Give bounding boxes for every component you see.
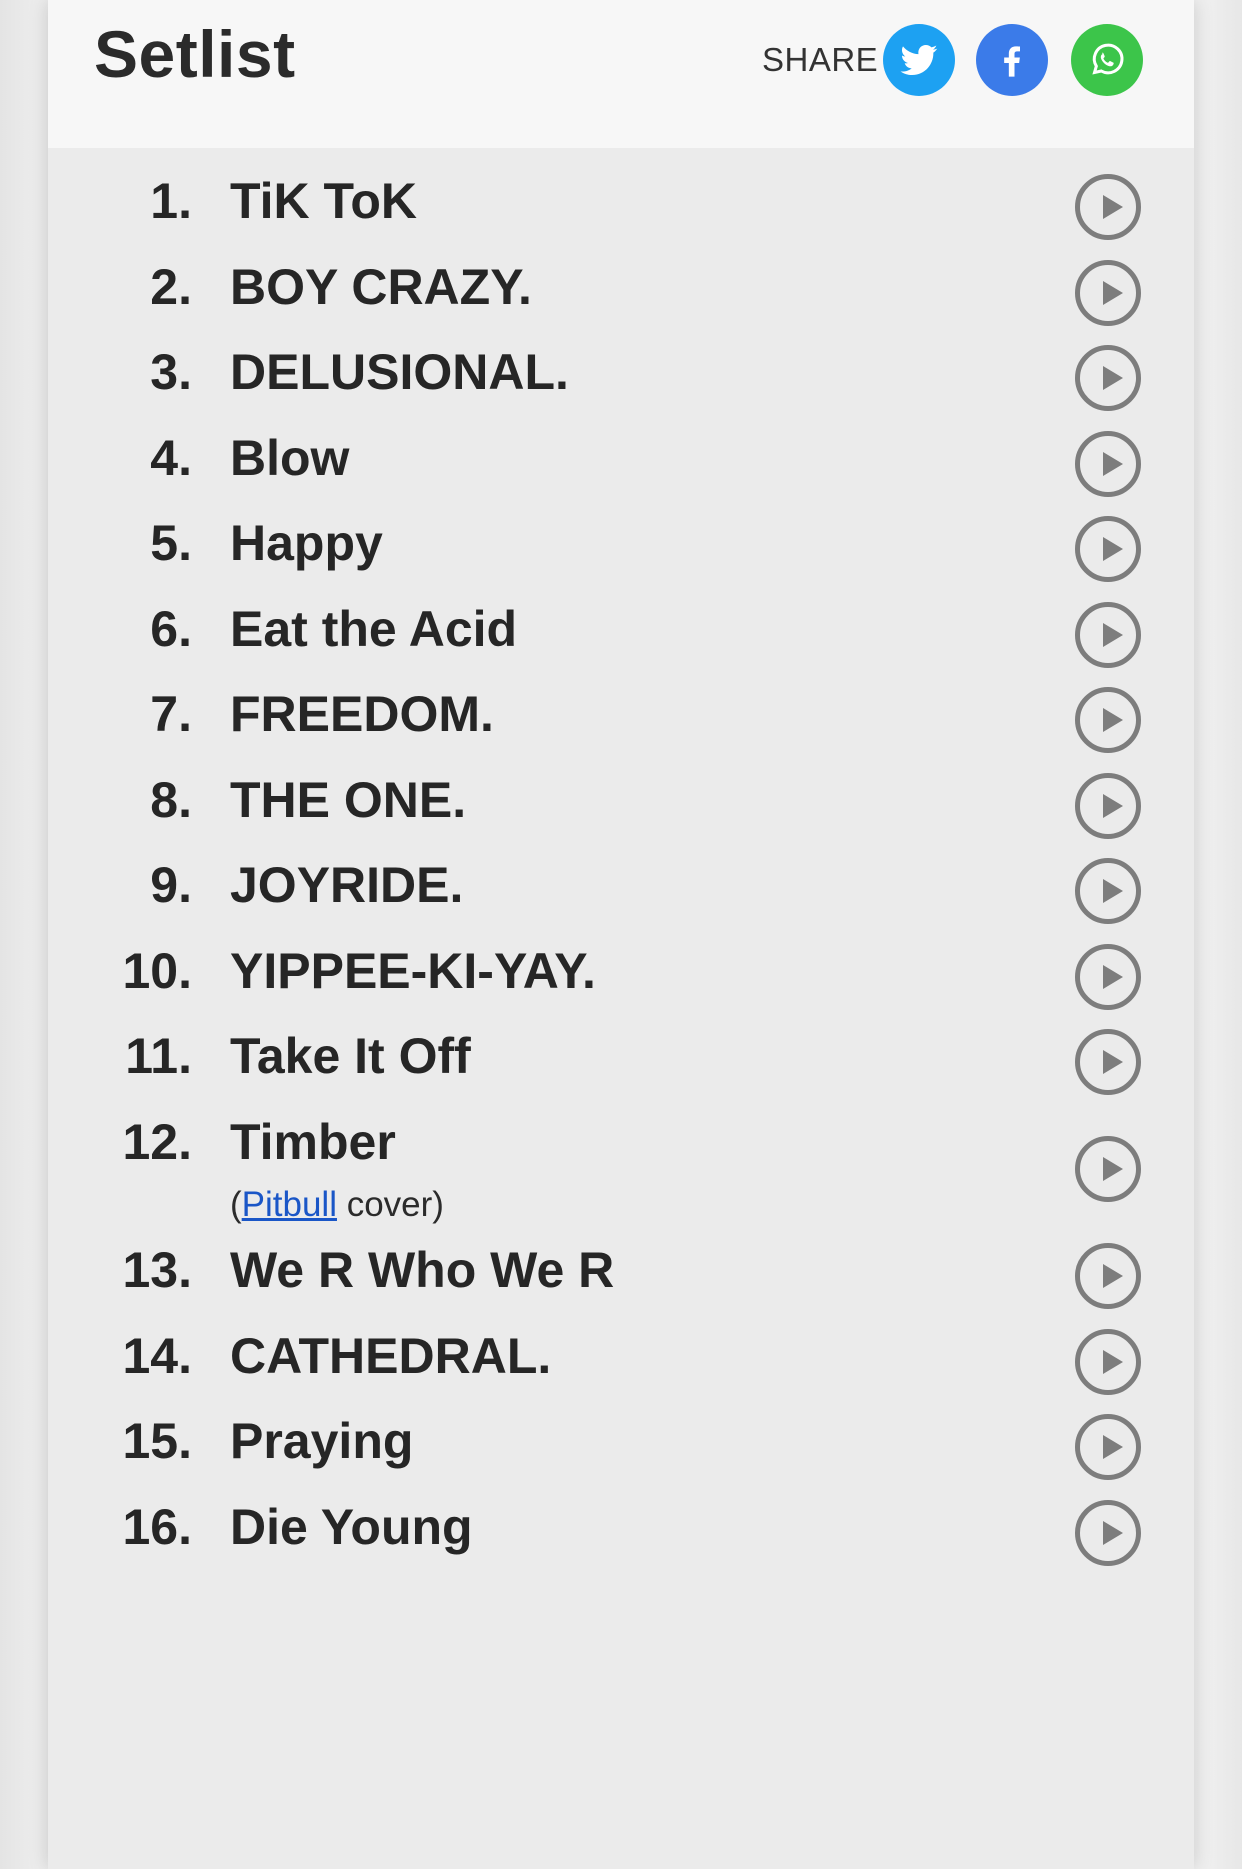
facebook-share-button[interactable] <box>976 24 1048 96</box>
play-button-icon[interactable] <box>1075 687 1141 753</box>
song-number: 4. <box>150 430 192 486</box>
cover-suffix: cover) <box>336 1185 444 1224</box>
whatsapp-icon <box>1092 43 1124 75</box>
song-number: 8. <box>150 772 192 828</box>
song-title-link[interactable]: We R Who We R <box>230 1241 614 1299</box>
song-number: 6. <box>150 601 192 657</box>
play-button-icon[interactable] <box>1075 1243 1141 1309</box>
setlist-card: Setlist SHARE 1. TiK ToK 2. BOY CRAZY. 3. DEL… <box>48 0 1194 1869</box>
play-button-icon[interactable] <box>1075 1500 1141 1566</box>
twitter-share-button[interactable] <box>883 24 955 96</box>
song-number: 15. <box>122 1413 192 1469</box>
setlist-header: Setlist SHARE <box>48 0 1194 148</box>
cover-open-paren: ( <box>230 1185 242 1224</box>
song-title-link[interactable]: DELUSIONAL. <box>230 343 569 401</box>
play-button-icon[interactable] <box>1075 602 1141 668</box>
song-title-link[interactable]: Happy <box>230 514 383 572</box>
song-title-link[interactable]: Praying <box>230 1412 413 1470</box>
play-button-icon[interactable] <box>1075 260 1141 326</box>
play-button-icon[interactable] <box>1075 858 1141 924</box>
song-number: 11. <box>125 1028 192 1084</box>
song-number: 3. <box>150 344 192 400</box>
song-title-link[interactable]: JOYRIDE. <box>230 856 463 914</box>
song-title-link[interactable]: Timber <box>230 1113 396 1171</box>
page-title: Setlist <box>94 17 296 91</box>
song-title-link[interactable]: Blow <box>230 429 349 487</box>
song-number: 9. <box>150 857 192 913</box>
song-number: 5. <box>150 515 192 571</box>
song-number: 16. <box>122 1499 192 1555</box>
song-title-link[interactable]: Die Young <box>230 1498 473 1556</box>
whatsapp-share-button[interactable] <box>1071 24 1143 96</box>
song-title-link[interactable]: BOY CRAZY. <box>230 258 532 316</box>
play-button-icon[interactable] <box>1075 1414 1141 1480</box>
song-number: 7. <box>150 686 192 742</box>
song-number: 10. <box>122 943 192 999</box>
song-number: 13. <box>122 1242 192 1298</box>
song-number: 14. <box>122 1328 192 1384</box>
play-button-icon[interactable] <box>1075 516 1141 582</box>
song-number: 12. <box>122 1114 192 1170</box>
song-number: 2. <box>150 259 192 315</box>
facebook-icon <box>1004 46 1020 77</box>
play-button-icon[interactable] <box>1075 773 1141 839</box>
song-title-link[interactable]: FREEDOM. <box>230 685 494 743</box>
song-title-link[interactable]: THE ONE. <box>230 771 466 829</box>
cover-artist-link[interactable]: Pitbull <box>242 1185 337 1224</box>
song-title-link[interactable]: TiK ToK <box>230 172 417 230</box>
play-button-icon[interactable] <box>1075 345 1141 411</box>
twitter-icon <box>900 45 938 75</box>
cover-note: (Pitbull cover) <box>230 1185 444 1225</box>
play-button-icon[interactable] <box>1075 944 1141 1010</box>
play-button-icon[interactable] <box>1075 1136 1141 1202</box>
share-label: SHARE <box>762 41 879 78</box>
play-button-icon[interactable] <box>1075 431 1141 497</box>
song-title-link[interactable]: YIPPEE-KI-YAY. <box>230 942 596 1000</box>
song-title-link[interactable]: Take It Off <box>230 1027 471 1085</box>
song-number: 1. <box>150 173 192 229</box>
song-title-link[interactable]: Eat the Acid <box>230 600 517 658</box>
play-button-icon[interactable] <box>1075 1329 1141 1395</box>
page-background-right <box>1194 0 1242 1869</box>
play-button-icon[interactable] <box>1075 1029 1141 1095</box>
page-background-left <box>0 0 48 1869</box>
song-title-link[interactable]: CATHEDRAL. <box>230 1327 551 1385</box>
play-button-icon[interactable] <box>1075 174 1141 240</box>
